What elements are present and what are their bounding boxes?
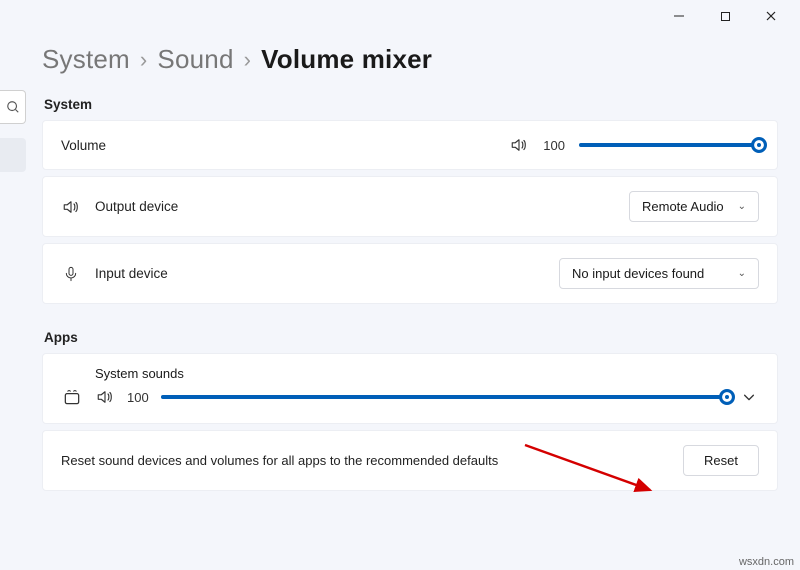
- reset-button[interactable]: Reset: [683, 445, 759, 476]
- search-icon: [6, 100, 20, 114]
- output-device-label: Output device: [95, 199, 178, 214]
- volume-value: 100: [543, 138, 565, 153]
- reset-card: Reset sound devices and volumes for all …: [42, 430, 778, 491]
- search-input-fragment[interactable]: [0, 90, 26, 124]
- reset-description: Reset sound devices and volumes for all …: [61, 453, 498, 468]
- input-device-card: Input device No input devices found ⌄: [42, 243, 778, 304]
- speaker-icon: [95, 387, 115, 407]
- system-sounds-slider[interactable]: [161, 388, 727, 406]
- breadcrumb-sound[interactable]: Sound: [157, 44, 233, 75]
- input-device-dropdown[interactable]: No input devices found ⌄: [559, 258, 759, 289]
- input-device-selected: No input devices found: [572, 266, 704, 281]
- speaker-icon: [509, 135, 529, 155]
- chevron-down-icon: [742, 390, 756, 404]
- speaker-icon: [61, 197, 81, 217]
- breadcrumb: System › Sound › Volume mixer: [42, 44, 778, 75]
- input-device-label: Input device: [95, 266, 168, 281]
- settings-window: System › Sound › Volume mixer System Vol…: [0, 0, 800, 570]
- system-volume-card: Volume 100: [42, 120, 778, 170]
- chevron-down-icon: ⌄: [738, 268, 746, 279]
- output-device-selected: Remote Audio: [642, 199, 724, 214]
- section-label-system: System: [44, 97, 778, 112]
- system-sounds-value: 100: [127, 390, 149, 405]
- watermark: wsxdn.com: [739, 556, 794, 568]
- breadcrumb-system[interactable]: System: [42, 44, 130, 75]
- breadcrumb-sep-1: ›: [140, 47, 148, 73]
- system-sounds-label: System sounds: [61, 366, 759, 381]
- breadcrumb-sep-2: ›: [244, 47, 252, 73]
- chevron-down-icon: ⌄: [738, 201, 746, 212]
- microphone-icon: [61, 264, 81, 284]
- system-volume-slider[interactable]: [579, 136, 759, 154]
- window-titlebar: [0, 0, 800, 32]
- page-title: Volume mixer: [261, 44, 432, 75]
- expand-system-sounds[interactable]: [739, 390, 759, 404]
- main-content: System › Sound › Volume mixer System Vol…: [42, 44, 778, 497]
- left-nav-fragment: [0, 90, 26, 172]
- output-device-dropdown[interactable]: Remote Audio ⌄: [629, 191, 759, 222]
- volume-label: Volume: [61, 138, 106, 153]
- system-sounds-app-icon: [61, 387, 83, 407]
- system-sounds-card: System sounds 100: [42, 353, 778, 424]
- section-label-apps: Apps: [44, 330, 778, 345]
- output-device-card: Output device Remote Audio ⌄: [42, 176, 778, 237]
- nav-item-selected-fragment[interactable]: [0, 138, 26, 172]
- close-button[interactable]: [756, 2, 786, 30]
- maximize-button[interactable]: [710, 2, 740, 30]
- minimize-button[interactable]: [664, 2, 694, 30]
